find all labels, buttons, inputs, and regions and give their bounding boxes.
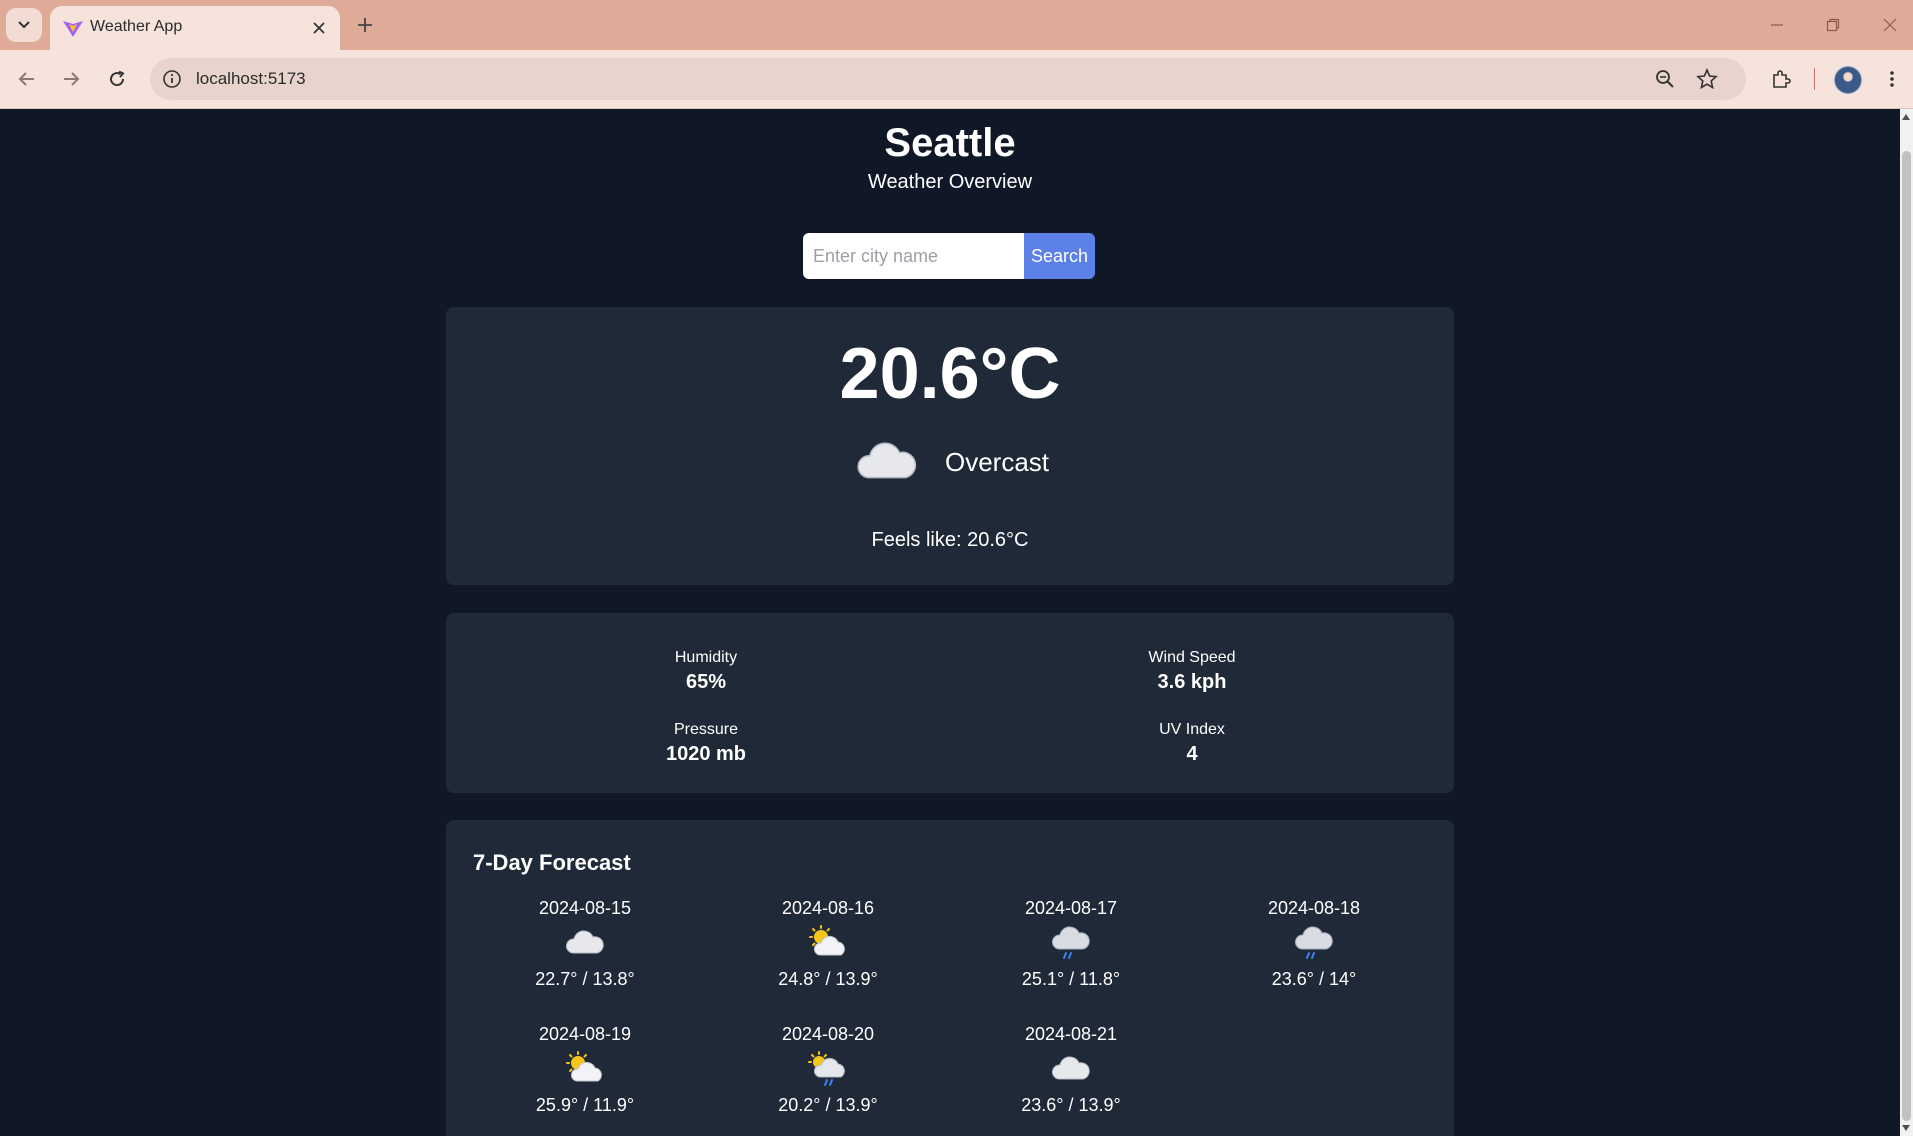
browser-tab-strip: Weather App (0, 0, 1913, 50)
partly-sunny-icon (806, 925, 850, 961)
forecast-temp-range: 25.1° / 11.8° (1021, 969, 1121, 989)
cloud-icon (851, 434, 923, 490)
cloud-icon (563, 925, 607, 961)
forecast-title: 7-Day Forecast (473, 850, 631, 875)
current-temperature: 20.6°C (839, 334, 1061, 414)
wind-speed-stat: Wind Speed 3.6 kph (1042, 649, 1342, 694)
rain-cloud-icon (1292, 925, 1336, 961)
scrollbar-thumb[interactable] (1902, 151, 1911, 1121)
wind-speed-label: Wind Speed (1148, 649, 1236, 666)
forecast-date: 2024-08-18 (1267, 898, 1361, 918)
page-viewport: Seattle Weather Overview Search 20.6°C O… (0, 109, 1900, 1136)
wind-speed-value: 3.6 kph (1157, 671, 1227, 693)
browser-tab[interactable]: Weather App (50, 6, 340, 50)
forecast-date: 2024-08-19 (538, 1024, 632, 1044)
forecast-day: 2024-08-19 25.9° / 11.9° (485, 1024, 685, 1116)
forecast-date: 2024-08-20 (781, 1024, 875, 1044)
extensions-icon[interactable] (1765, 63, 1797, 95)
pressure-stat: Pressure 1020 mb (556, 721, 856, 766)
forecast-day: 2024-08-18 23.6° / 14° (1214, 898, 1414, 990)
forecast-day: 2024-08-21 23.6° / 13.9° (971, 1024, 1171, 1116)
bookmark-star-icon[interactable] (1696, 68, 1718, 90)
uv-index-stat: UV Index 4 (1042, 721, 1342, 766)
back-icon[interactable] (11, 63, 43, 95)
humidity-value: 65% (685, 671, 727, 693)
cloud-icon (1049, 1051, 1093, 1087)
humidity-label: Humidity (674, 649, 738, 666)
forecast-date: 2024-08-15 (538, 898, 632, 918)
forward-icon[interactable] (55, 63, 87, 95)
vite-favicon-icon (63, 21, 83, 37)
forecast-temp-range: 20.2° / 13.9° (778, 1095, 878, 1115)
new-tab-icon[interactable] (352, 12, 378, 38)
browser-toolbar: localhost:5173 (0, 50, 1913, 109)
forecast-temp-range: 23.6° / 13.9° (1021, 1095, 1121, 1115)
forecast-date: 2024-08-21 (1024, 1024, 1118, 1044)
uv-index-value: 4 (1186, 743, 1198, 765)
page-subtitle: Weather Overview (867, 171, 1033, 193)
forecast-temp-range: 23.6° / 14° (1271, 969, 1357, 989)
forecast-day: 2024-08-20 20.2° / 13.9° (728, 1024, 928, 1116)
url-text: localhost:5173 (196, 69, 306, 88)
chevron-down-icon (18, 21, 30, 29)
reload-icon[interactable] (101, 63, 133, 95)
forecast-temp-range: 22.7° / 13.8° (535, 969, 635, 989)
restore-icon[interactable] (1813, 10, 1853, 40)
sun-rain-cloud-icon (806, 1051, 850, 1087)
condition-text: Overcast (944, 446, 1050, 477)
condition-row: Overcast (446, 434, 1454, 490)
toolbar-divider (1814, 68, 1815, 90)
minimize-icon[interactable] (1757, 10, 1797, 40)
search-form: Search (803, 233, 1095, 279)
zoom-out-icon[interactable] (1654, 68, 1676, 90)
rain-cloud-icon (1049, 925, 1093, 961)
forecast-temp-range: 24.8° / 13.9° (778, 969, 878, 989)
forecast-date: 2024-08-16 (781, 898, 875, 918)
feels-like-text: Feels like: 20.6°C (871, 529, 1029, 551)
forecast-temp-range: 25.9° / 11.9° (535, 1095, 635, 1115)
close-tab-icon[interactable] (308, 17, 330, 39)
uv-index-label: UV Index (1159, 721, 1225, 738)
partly-sunny-icon (563, 1051, 607, 1087)
menu-kebab-icon[interactable] (1876, 63, 1908, 95)
scroll-down-icon[interactable] (1902, 1125, 1910, 1131)
tab-search-button[interactable] (6, 8, 42, 42)
forecast-day: 2024-08-16 24.8° / 13.9° (728, 898, 928, 990)
forecast-card: 7-Day Forecast 2024-08-15 22.7° / 13.8° … (446, 820, 1454, 1136)
pressure-value: 1020 mb (665, 743, 747, 765)
profile-avatar[interactable] (1834, 66, 1862, 94)
forecast-day: 2024-08-15 22.7° / 13.8° (485, 898, 685, 990)
humidity-stat: Humidity 65% (556, 649, 856, 694)
tab-title: Weather App (90, 18, 183, 35)
search-button[interactable]: Search (1024, 233, 1095, 279)
page-scrollbar[interactable] (1900, 109, 1913, 1136)
site-info-icon[interactable] (162, 69, 182, 89)
close-window-icon[interactable] (1870, 10, 1910, 40)
current-weather-card: 20.6°C Overcast Feels like: 20.6°C (446, 307, 1454, 585)
address-bar[interactable]: localhost:5173 (150, 58, 1746, 100)
forecast-date: 2024-08-17 (1024, 898, 1118, 918)
city-search-input[interactable] (803, 233, 1024, 279)
pressure-label: Pressure (673, 721, 739, 738)
scroll-up-icon[interactable] (1902, 114, 1910, 120)
city-title: Seattle (884, 121, 1016, 165)
weather-details-card: Humidity 65% Wind Speed 3.6 kph Pressure… (446, 613, 1454, 793)
forecast-day: 2024-08-17 25.1° / 11.8° (971, 898, 1171, 990)
